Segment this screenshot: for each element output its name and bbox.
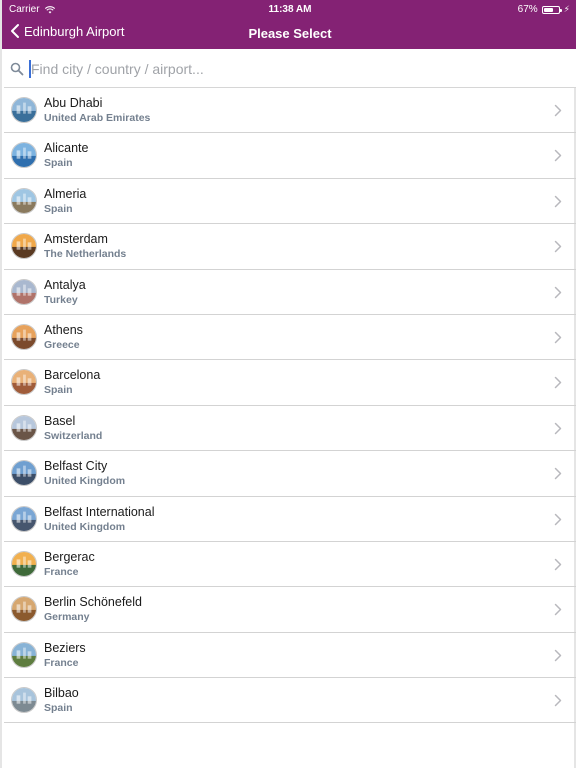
search-input[interactable] bbox=[31, 57, 531, 81]
app-screen: Carrier 11:38 AM 67% ⚡ Edinburgh Airport… bbox=[0, 0, 576, 768]
destination-city: Belfast City bbox=[44, 459, 108, 474]
destination-thumbnail bbox=[11, 641, 37, 668]
chevron-right-icon bbox=[554, 104, 562, 117]
destination-thumbnail bbox=[11, 278, 37, 305]
page-title: Please Select bbox=[248, 26, 332, 41]
destination-country: Spain bbox=[44, 202, 73, 215]
destination-thumbnail bbox=[11, 187, 37, 214]
destination-city: Berlin Schönefeld bbox=[44, 595, 142, 610]
battery-percent: 67% bbox=[517, 4, 538, 15]
destination-city: Antalya bbox=[44, 277, 86, 292]
destination-country: Spain bbox=[44, 384, 73, 397]
destination-photo bbox=[12, 642, 36, 667]
chevron-right-icon bbox=[554, 467, 562, 480]
status-time: 11:38 AM bbox=[268, 4, 312, 15]
destination-row[interactable]: Bilbao Spain bbox=[4, 678, 576, 724]
destination-photo bbox=[12, 461, 36, 486]
destination-city: Almeria bbox=[44, 186, 87, 201]
destination-row[interactable]: Belfast International United Kingdom bbox=[4, 497, 576, 542]
destination-row[interactable]: Belfast City United Kingdom bbox=[4, 451, 576, 497]
chevron-right-icon bbox=[554, 513, 562, 525]
destination-row[interactable]: Bergerac France bbox=[4, 542, 576, 588]
destination-country: United Arab Emirates bbox=[44, 112, 151, 124]
destination-photo bbox=[12, 370, 36, 395]
chevron-right-icon bbox=[554, 422, 562, 434]
destination-country: United Kingdom bbox=[44, 475, 126, 488]
battery-icon bbox=[541, 5, 562, 14]
destination-thumbnail bbox=[11, 142, 37, 169]
destination-thumbnail bbox=[11, 323, 37, 350]
destination-photo bbox=[12, 234, 36, 259]
chevron-right-icon bbox=[554, 694, 562, 707]
status-right: 67% ⚡ bbox=[518, 4, 570, 15]
destination-country: The Netherlands bbox=[44, 248, 127, 261]
destination-country: France bbox=[44, 565, 79, 578]
destination-photo bbox=[12, 279, 36, 304]
destination-thumbnail bbox=[11, 233, 37, 260]
destination-photo bbox=[12, 415, 36, 440]
destination-city: Beziers bbox=[44, 640, 86, 655]
destination-city: Barcelona bbox=[44, 368, 101, 383]
destination-country: Spain bbox=[44, 702, 73, 715]
destination-list: Abu Dhabi United Arab Emirates Alicante … bbox=[4, 88, 576, 724]
destination-city: Athens bbox=[44, 322, 83, 337]
destination-row[interactable]: Almeria Spain bbox=[4, 179, 576, 225]
destination-thumbnail bbox=[11, 460, 37, 487]
destination-city: Alicante bbox=[44, 141, 89, 156]
destination-thumbnail bbox=[11, 414, 37, 441]
destination-row[interactable]: Antalya Turkey bbox=[4, 270, 576, 315]
chevron-right-icon bbox=[554, 150, 562, 162]
destination-row[interactable]: Alicante Spain bbox=[4, 133, 576, 179]
destination-photo bbox=[12, 143, 36, 168]
destination-country: Spain bbox=[44, 157, 73, 170]
destination-thumbnail bbox=[11, 505, 37, 532]
destination-photo bbox=[12, 688, 36, 713]
destination-city: Basel bbox=[44, 413, 76, 428]
search-icon bbox=[10, 62, 24, 76]
destination-row[interactable]: Barcelona Spain bbox=[4, 360, 576, 406]
destination-thumbnail bbox=[11, 596, 37, 623]
destination-city: Belfast International bbox=[44, 504, 155, 519]
destination-country: France bbox=[44, 656, 79, 669]
search-bar bbox=[4, 49, 576, 88]
destination-photo bbox=[12, 506, 36, 531]
destination-city: Bilbao bbox=[44, 686, 79, 701]
destination-photo bbox=[12, 188, 36, 213]
destination-thumbnail bbox=[11, 97, 37, 123]
battery-level-fill bbox=[543, 7, 553, 12]
chevron-right-icon bbox=[554, 649, 562, 661]
destination-country: Switzerland bbox=[44, 429, 103, 442]
destination-row[interactable]: Berlin Schönefeld Germany bbox=[4, 587, 576, 633]
destination-city: Amsterdam bbox=[44, 232, 108, 247]
chevron-right-icon bbox=[554, 240, 562, 253]
destination-row[interactable]: Beziers France bbox=[4, 633, 576, 679]
status-bar: Carrier 11:38 AM 67% ⚡ bbox=[2, 0, 576, 18]
navigation-bar: Edinburgh Airport Please Select bbox=[2, 18, 576, 49]
destination-row[interactable]: Athens Greece bbox=[4, 315, 576, 361]
destination-country: Turkey bbox=[44, 293, 78, 306]
destination-thumbnail bbox=[11, 369, 37, 396]
charging-icon: ⚡ bbox=[563, 4, 570, 14]
destination-city: Abu Dhabi bbox=[44, 96, 103, 110]
destination-photo bbox=[12, 597, 36, 622]
destination-country: Germany bbox=[44, 611, 90, 624]
destination-photo bbox=[12, 324, 36, 349]
chevron-right-icon bbox=[554, 331, 562, 344]
destination-city: Bergerac bbox=[44, 549, 95, 564]
destination-country: United Kingdom bbox=[44, 520, 126, 533]
chevron-right-icon bbox=[554, 286, 562, 298]
destination-country: Greece bbox=[44, 338, 80, 351]
destination-row[interactable]: Amsterdam The Netherlands bbox=[4, 224, 576, 270]
destination-photo bbox=[12, 98, 36, 122]
header: Carrier 11:38 AM 67% ⚡ Edinburgh Airport… bbox=[2, 0, 576, 49]
destination-thumbnail bbox=[11, 687, 37, 714]
chevron-right-icon bbox=[554, 604, 562, 616]
chevron-right-icon bbox=[554, 377, 562, 389]
chevron-right-icon bbox=[554, 195, 562, 208]
destination-thumbnail bbox=[11, 550, 37, 577]
destination-photo bbox=[12, 551, 36, 576]
destination-row[interactable]: Abu Dhabi United Arab Emirates bbox=[4, 88, 576, 134]
chevron-right-icon bbox=[554, 558, 562, 571]
destination-row[interactable]: Basel Switzerland bbox=[4, 406, 576, 452]
